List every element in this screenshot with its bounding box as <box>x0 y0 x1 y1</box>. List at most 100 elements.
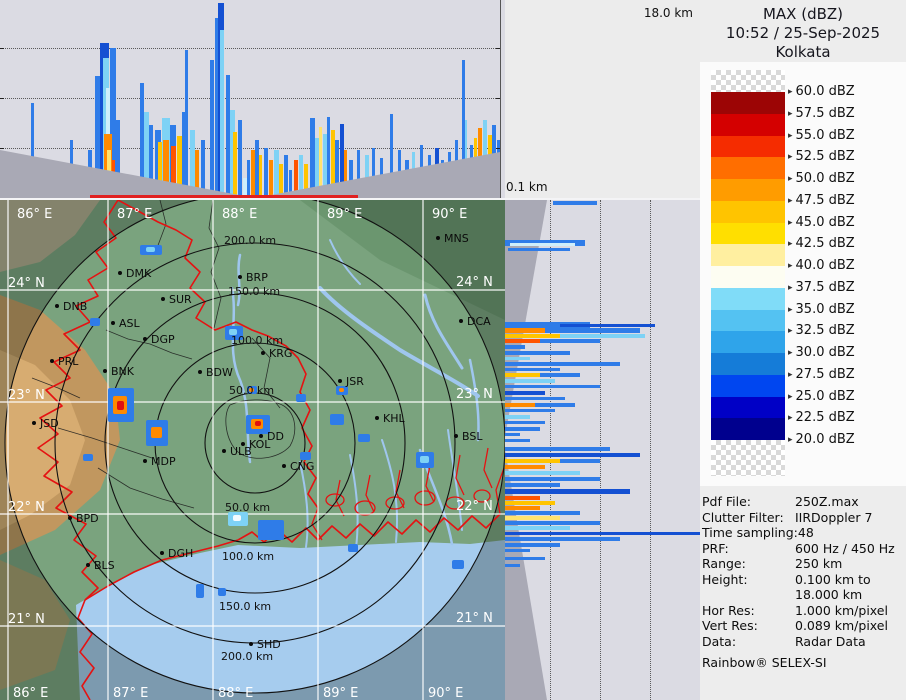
legend-color-band <box>711 309 785 332</box>
echo-cell <box>151 427 162 438</box>
tick-text: 25.0 dBZ <box>795 388 855 404</box>
echo-row <box>505 477 600 481</box>
station-dot <box>198 370 202 374</box>
longitude-label: 90° E <box>428 686 463 700</box>
station-dot <box>238 275 242 279</box>
station-dot <box>161 297 165 301</box>
latitude-label: 23° N <box>8 388 45 403</box>
tick-text: 40.0 dBZ <box>795 258 855 273</box>
echo-cell <box>296 394 306 402</box>
metadata-label: Data: <box>702 633 737 649</box>
station-label: DCA <box>467 315 491 328</box>
tick-text: 47.5 dBZ <box>795 192 855 208</box>
tick-arrow-icon: ▸ <box>788 174 793 184</box>
echo-column <box>259 155 262 196</box>
station-dot <box>103 369 107 373</box>
top-profile-axis-line <box>500 0 501 198</box>
legend-color-band <box>711 287 785 310</box>
legend-color-band <box>711 200 785 223</box>
metadata-value: 0.100 km to <box>795 571 871 587</box>
station-dot <box>249 642 253 646</box>
legend-color-band <box>711 331 785 353</box>
metadata-label <box>702 587 795 603</box>
product-metadata: Pdf File: 250Z.max Clutter Filter: IIRDoppl… <box>702 494 904 671</box>
tick-arrow-icon: ▸ <box>788 413 793 424</box>
tick-text: 22.5 dBZ <box>795 410 855 426</box>
legend-color-band <box>711 179 785 201</box>
station-label: BRP <box>246 271 268 284</box>
echo-row <box>505 521 600 525</box>
longitude-label: 87° E <box>113 686 148 700</box>
tick-arrow-icon: ▸ <box>788 195 793 206</box>
station-dot <box>222 449 226 453</box>
station-dot <box>32 421 36 425</box>
profile-gridline <box>0 98 500 99</box>
tick-text: 37.5 dBZ <box>795 279 855 295</box>
station-dot <box>118 271 122 275</box>
station-dot <box>55 304 59 308</box>
echo-column <box>233 132 237 196</box>
metadata-row: 18.000 km <box>702 587 904 603</box>
station-label: BDW <box>206 366 233 379</box>
radar-station-name: Kolkata <box>775 43 831 61</box>
station-label: KHL <box>383 412 405 425</box>
station-dot <box>261 351 265 355</box>
echo-row <box>505 501 555 505</box>
metadata-row: Height: 0.100 km to <box>702 572 904 588</box>
echo-row <box>505 415 530 419</box>
echo-row <box>553 201 597 205</box>
station-label: JSR <box>345 375 364 388</box>
dbz-tick-label: ▸ 42.5 dBZ <box>788 236 855 251</box>
metadata-label: Hor Res: <box>702 602 755 618</box>
radar-map-panel: 200.0 km 150.0 km 100.0 km 50.0 km 50.0 km 10… <box>0 192 506 700</box>
echo-row <box>505 373 540 377</box>
echo-row <box>535 403 575 407</box>
tick-arrow-icon: ▸ <box>788 108 793 119</box>
echo-column <box>185 50 188 196</box>
tick-text: 55.0 dBZ <box>795 127 855 143</box>
station-dot <box>86 563 90 567</box>
range-ring-label: 50.0 km <box>225 501 270 514</box>
dbz-tick-label: ▸ 50.0 dBZ <box>788 171 855 186</box>
echo-column <box>238 120 242 196</box>
echo-column <box>201 140 205 196</box>
tick-arrow-icon: ▸ <box>788 304 793 315</box>
range-ring-label: 200.0 km <box>224 234 276 247</box>
metadata-label: Range: <box>702 556 746 571</box>
tick-text: 35.0 dBZ <box>795 301 855 317</box>
latitude-label: 24° N <box>456 275 493 290</box>
tick-text: 45.0 dBZ <box>795 214 855 230</box>
dbz-tick-label: ▸ 20.0 dBZ <box>788 432 855 447</box>
metadata-value: 600 Hz / 450 Hz <box>795 540 895 556</box>
echo-cell <box>420 456 429 463</box>
echo-row <box>560 324 655 327</box>
echo-row <box>540 339 600 343</box>
station-dot <box>436 236 440 240</box>
station-label: KRG <box>269 347 292 360</box>
echo-row <box>505 465 545 469</box>
echo-cell <box>83 454 93 461</box>
metadata-label: Clutter Filter: <box>702 509 784 525</box>
echo-column <box>210 60 214 196</box>
right-height-profile-panel <box>505 200 700 700</box>
metadata-row: Data: Radar Data <box>702 634 904 650</box>
profile-gridline <box>0 148 500 149</box>
dbz-tick-label: ▸ 47.5 dBZ <box>788 193 855 208</box>
height-min-label: 0.1 km <box>506 180 548 194</box>
station-dot <box>50 359 54 363</box>
station-label: CNG <box>290 460 314 473</box>
metadata-row: Hor Res: 1.000 km/pixel <box>702 603 904 619</box>
echo-row <box>505 345 525 349</box>
longitude-label: 86° E <box>13 686 48 700</box>
station-dot <box>459 319 463 323</box>
metadata-label: Height: <box>702 571 748 587</box>
range-ring-label: 150.0 km <box>228 285 280 298</box>
echo-row <box>505 409 555 412</box>
echo-row <box>505 391 545 395</box>
tick-text: 60.0 dBZ <box>795 84 855 99</box>
echo-cell <box>146 247 155 252</box>
tick-arrow-icon: ▸ <box>788 261 793 271</box>
metadata-row: Pdf File: 250Z.max <box>702 494 904 510</box>
dbz-tick-label: ▸ 30.0 dBZ <box>788 345 855 360</box>
legend-color-band <box>711 92 785 114</box>
